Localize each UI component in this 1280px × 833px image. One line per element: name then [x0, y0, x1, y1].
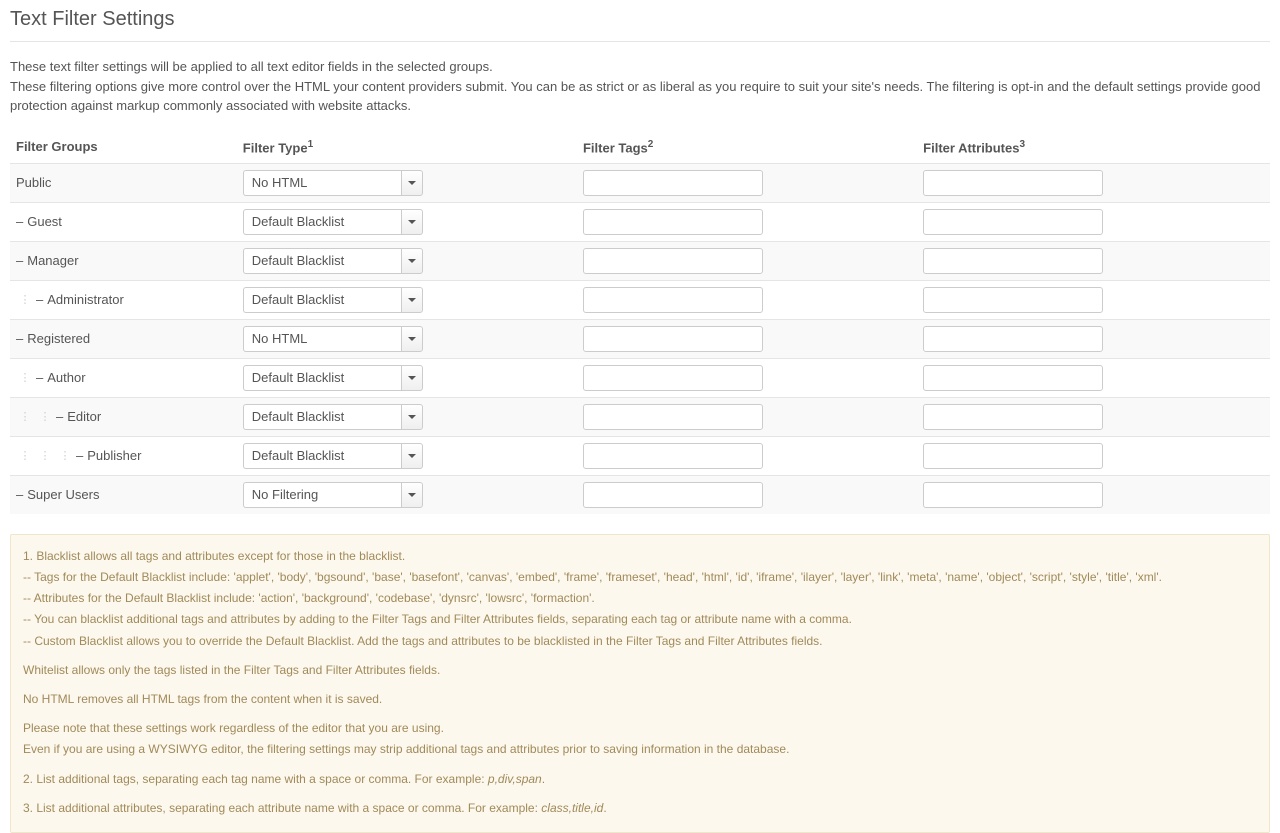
tree-dash-icon: –	[56, 409, 63, 424]
caret-down-icon[interactable]	[401, 482, 423, 508]
filter-attributes-input[interactable]	[923, 170, 1103, 196]
filter-type-select[interactable]: Default Blacklist	[243, 365, 423, 391]
filter-tags-input[interactable]	[583, 209, 763, 235]
filter-type-select[interactable]: Default Blacklist	[243, 248, 423, 274]
tree-dash-icon: –	[36, 370, 43, 385]
table-row: –Editor Default Blacklist	[10, 397, 1270, 436]
caret-down-icon[interactable]	[401, 209, 423, 235]
table-row: –Registered No HTML	[10, 319, 1270, 358]
table-row: –Author Default Blacklist	[10, 358, 1270, 397]
group-name-label: Super Users	[27, 487, 99, 502]
caret-down-icon[interactable]	[401, 287, 423, 313]
filter-tags-input[interactable]	[583, 482, 763, 508]
table-row: –Manager Default Blacklist	[10, 241, 1270, 280]
tree-dash-icon: –	[16, 487, 23, 502]
group-name-label: Guest	[27, 214, 62, 229]
header-filter-groups: Filter Groups	[10, 131, 237, 164]
note-1-line-5: -- Custom Blacklist allows you to overri…	[23, 632, 1257, 651]
note-1-line-4: -- You can blacklist additional tags and…	[23, 610, 1257, 629]
filter-tags-input[interactable]	[583, 287, 763, 313]
filter-attributes-input[interactable]	[923, 404, 1103, 430]
group-name-label: Publisher	[87, 448, 141, 463]
tree-indent-icon	[16, 449, 34, 462]
group-name-label: Public	[16, 175, 51, 190]
tree-indent-icon	[16, 371, 34, 384]
filter-tags-input[interactable]	[583, 443, 763, 469]
caret-down-icon[interactable]	[401, 248, 423, 274]
filter-attributes-input[interactable]	[923, 365, 1103, 391]
caret-down-icon[interactable]	[401, 443, 423, 469]
table-row: Public No HTML	[10, 163, 1270, 202]
filter-tags-input[interactable]	[583, 365, 763, 391]
note-whitelist: Whitelist allows only the tags listed in…	[23, 661, 1257, 680]
tree-dash-icon: –	[76, 448, 83, 463]
tree-indent-icon	[16, 410, 34, 423]
description-line-2: These filtering options give more contro…	[10, 77, 1270, 116]
note-1-line-3: -- Attributes for the Default Blacklist …	[23, 589, 1257, 608]
filter-type-value: Default Blacklist	[243, 443, 401, 469]
table-row: –Administrator Default Blacklist	[10, 280, 1270, 319]
filter-type-select[interactable]: No HTML	[243, 326, 423, 352]
note-2: 2. List additional tags, separating each…	[23, 770, 1257, 789]
filter-type-select[interactable]: Default Blacklist	[243, 443, 423, 469]
filter-type-select[interactable]: Default Blacklist	[243, 209, 423, 235]
filter-type-value: No Filtering	[243, 482, 401, 508]
tree-dash-icon: –	[16, 253, 23, 268]
tree-dash-icon: –	[16, 331, 23, 346]
tree-indent-icon	[36, 449, 54, 462]
filter-attributes-input[interactable]	[923, 248, 1103, 274]
filter-attributes-input[interactable]	[923, 443, 1103, 469]
tree-indent-icon	[36, 410, 54, 423]
filter-type-value: No HTML	[243, 326, 401, 352]
notes-box: 1. Blacklist allows all tags and attribu…	[10, 534, 1270, 833]
note-editor-line-2: Even if you are using a WYSIWYG editor, …	[23, 740, 1257, 759]
filter-type-value: Default Blacklist	[243, 248, 401, 274]
filter-tags-input[interactable]	[583, 326, 763, 352]
group-name-label: Administrator	[47, 292, 124, 307]
group-name-label: Registered	[27, 331, 90, 346]
filter-type-value: Default Blacklist	[243, 209, 401, 235]
caret-down-icon[interactable]	[401, 365, 423, 391]
table-row: –Guest Default Blacklist	[10, 202, 1270, 241]
tree-indent-icon	[56, 449, 74, 462]
filter-table: Filter Groups Filter Type1 Filter Tags2 …	[10, 131, 1270, 514]
filter-attributes-input[interactable]	[923, 326, 1103, 352]
tree-indent-icon	[16, 293, 34, 306]
filter-type-value: Default Blacklist	[243, 365, 401, 391]
note-nohtml: No HTML removes all HTML tags from the c…	[23, 690, 1257, 709]
header-filter-tags: Filter Tags2	[577, 131, 917, 164]
note-1-line-1: 1. Blacklist allows all tags and attribu…	[23, 547, 1257, 566]
filter-tags-input[interactable]	[583, 170, 763, 196]
tree-dash-icon: –	[16, 214, 23, 229]
filter-type-value: No HTML	[243, 170, 401, 196]
filter-type-select[interactable]: Default Blacklist	[243, 404, 423, 430]
note-1-line-2: -- Tags for the Default Blacklist includ…	[23, 568, 1257, 587]
header-filter-attributes: Filter Attributes3	[917, 131, 1270, 164]
group-name-label: Editor	[67, 409, 101, 424]
filter-type-select[interactable]: No Filtering	[243, 482, 423, 508]
filter-tags-input[interactable]	[583, 248, 763, 274]
filter-attributes-input[interactable]	[923, 209, 1103, 235]
caret-down-icon[interactable]	[401, 326, 423, 352]
filter-type-value: Default Blacklist	[243, 404, 401, 430]
group-name-label: Manager	[27, 253, 78, 268]
description-block: These text filter settings will be appli…	[10, 57, 1270, 116]
filter-attributes-input[interactable]	[923, 287, 1103, 313]
note-3: 3. List additional attributes, separatin…	[23, 799, 1257, 818]
caret-down-icon[interactable]	[401, 404, 423, 430]
header-filter-type: Filter Type1	[237, 131, 577, 164]
filter-type-select[interactable]: Default Blacklist	[243, 287, 423, 313]
group-name-label: Author	[47, 370, 85, 385]
note-editor-line-1: Please note that these settings work reg…	[23, 719, 1257, 738]
filter-attributes-input[interactable]	[923, 482, 1103, 508]
description-line-1: These text filter settings will be appli…	[10, 57, 1270, 77]
filter-tags-input[interactable]	[583, 404, 763, 430]
table-row: –Super Users No Filtering	[10, 475, 1270, 514]
page-title: Text Filter Settings	[10, 0, 1270, 42]
filter-type-select[interactable]: No HTML	[243, 170, 423, 196]
filter-type-value: Default Blacklist	[243, 287, 401, 313]
table-row: –Publisher Default Blacklist	[10, 436, 1270, 475]
tree-dash-icon: –	[36, 292, 43, 307]
caret-down-icon[interactable]	[401, 170, 423, 196]
